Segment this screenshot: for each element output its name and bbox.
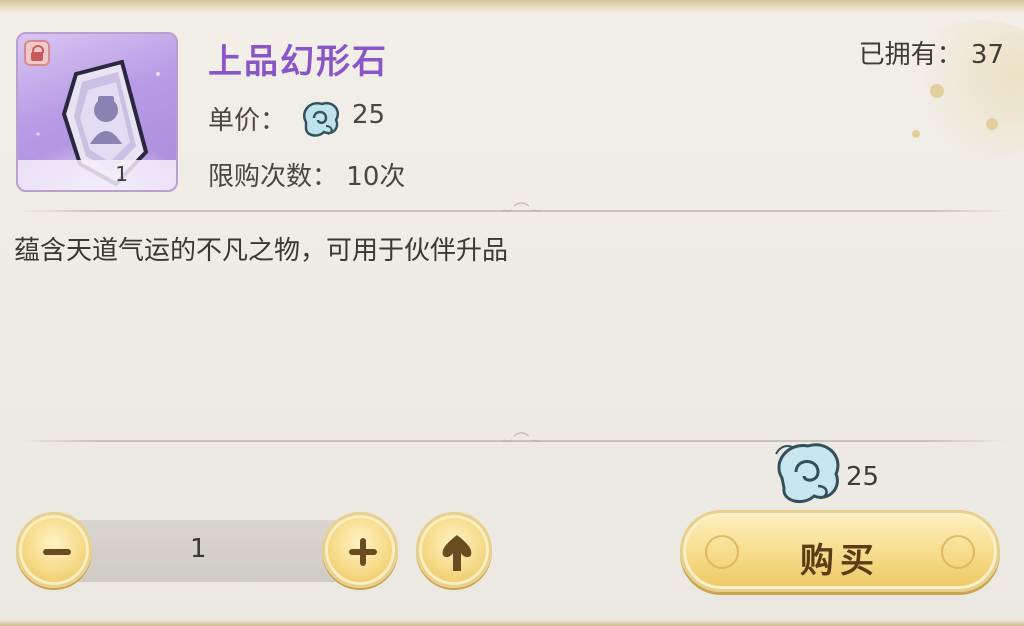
lock-icon bbox=[24, 40, 50, 66]
buy-button-label: 购买 bbox=[800, 541, 880, 581]
increase-quantity-button[interactable] bbox=[322, 512, 398, 588]
item-name: 上品幻形石 bbox=[208, 42, 388, 82]
icon-count-bar bbox=[18, 160, 176, 190]
owned-value: 37 bbox=[970, 40, 1004, 70]
total-cost-value: 25 bbox=[846, 462, 880, 492]
item-description: 蕴含天道气运的不凡之物，可用于伙伴升品 bbox=[14, 236, 509, 266]
decorative-dot bbox=[930, 84, 944, 98]
unit-price-label: 单价： bbox=[208, 106, 287, 136]
max-quantity-button[interactable] bbox=[416, 512, 492, 588]
jade-currency-icon bbox=[303, 101, 339, 137]
max-arrow-icon bbox=[442, 535, 472, 571]
item-icon-count: 1 bbox=[115, 162, 128, 186]
shop-item-panel: 1 上品幻形石 已拥有： 37 单价： 25 限购次数： 10次 ~⌒~ 蕴含天… bbox=[0, 0, 1024, 626]
panel-top-border bbox=[0, 0, 1024, 14]
purchase-limit-value: 10次 bbox=[346, 162, 406, 192]
decorative-dot bbox=[986, 118, 998, 130]
divider-ornament: ~⌒~ bbox=[500, 431, 543, 450]
jade-currency-icon bbox=[775, 443, 840, 504]
item-icon-frame[interactable]: 1 bbox=[16, 32, 178, 192]
purchase-limit-label: 限购次数： bbox=[208, 162, 339, 192]
unit-price-value: 25 bbox=[352, 100, 386, 130]
buy-button[interactable]: 购买 bbox=[680, 510, 1000, 592]
minus-icon bbox=[43, 549, 71, 555]
owned-label: 已拥有： bbox=[858, 40, 963, 70]
quantity-value[interactable]: 1 bbox=[190, 534, 207, 564]
divider-ornament: ~⌒~ bbox=[500, 201, 543, 220]
panel-bottom-border bbox=[0, 620, 1024, 626]
decrease-quantity-button[interactable] bbox=[16, 512, 92, 588]
owned-count: 已拥有： 37 bbox=[859, 34, 1004, 71]
purchase-limit: 限购次数： 10次 bbox=[208, 156, 405, 193]
decorative-dot bbox=[912, 130, 920, 138]
plus-icon-vertical bbox=[360, 538, 366, 566]
